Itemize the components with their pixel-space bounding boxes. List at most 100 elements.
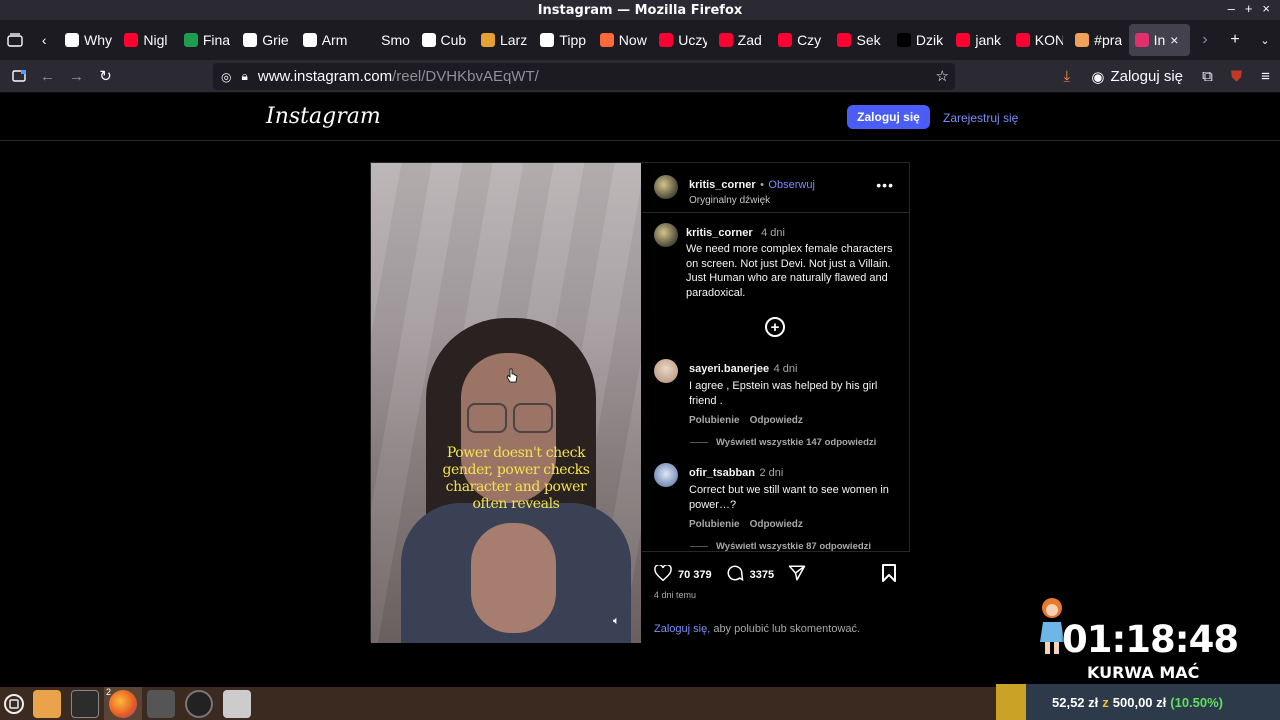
tab-label: Why (84, 32, 112, 48)
close-icon[interactable]: × (1262, 1, 1270, 16)
browser-tab[interactable]: Czy (772, 24, 831, 56)
save-bookmark-icon[interactable] (882, 564, 896, 587)
register-link[interactable]: Zarejestruj się (943, 111, 1018, 125)
login-link[interactable]: Zaloguj się, (654, 623, 710, 635)
comment-username[interactable]: sayeri.banerjee (689, 363, 769, 375)
like-comment-button[interactable]: Polubienie (689, 519, 740, 530)
browser-tab[interactable]: Now (594, 24, 653, 56)
url-bar[interactable]: ◎ 🔒︎ www.instagram.com/reel/DVHKbvAEqWT/… (213, 63, 955, 90)
tab-favicon-icon (659, 33, 674, 47)
avatar[interactable] (654, 463, 678, 487)
comment-username[interactable]: ofir_tsabban (689, 467, 755, 479)
obs-icon[interactable] (180, 687, 218, 720)
caption-time: 4 dni (761, 227, 785, 239)
browser-tab[interactable]: Uczy (653, 24, 712, 56)
comment-time: 4 dni (773, 363, 798, 375)
terminal-icon[interactable] (66, 687, 104, 720)
sidebar-toggle-icon[interactable] (4, 60, 33, 93)
tab-label: Arm (321, 32, 348, 48)
steam-icon[interactable] (142, 687, 180, 720)
load-more-comments-icon[interactable]: + (765, 317, 785, 337)
browser-tab[interactable]: Arm (297, 24, 356, 56)
audio-label[interactable]: Oryginalny dźwięk (689, 195, 815, 206)
tab-list-icon[interactable] (0, 20, 30, 60)
downloads-icon[interactable]: ⤓ (1052, 60, 1081, 93)
close-tab-icon[interactable]: × (1170, 32, 1178, 48)
browser-tab[interactable]: Larz (475, 24, 534, 56)
instagram-logo[interactable]: Instagram (266, 104, 381, 129)
site-info-icon[interactable]: ◎ (221, 70, 231, 84)
view-replies-button[interactable]: Wyświetl wszystkie 147 odpowiedzi (690, 437, 876, 448)
comment-time: 2 dni (759, 467, 784, 479)
comment-icon[interactable] (726, 564, 744, 585)
tab-label: Now (618, 32, 647, 48)
window-titlebar: Instagram — Mozilla Firefox – + × (0, 0, 1280, 20)
tab-label: Larz (499, 32, 528, 48)
browser-tab[interactable]: Cub (416, 24, 475, 56)
tab-label: Sek (856, 32, 881, 48)
browser-tab[interactable]: Zad (713, 24, 772, 56)
window-controls: – + × (1228, 1, 1270, 16)
app-menu-icon[interactable] (0, 687, 28, 720)
calculator-icon[interactable] (218, 687, 256, 720)
browser-tab[interactable]: Grie (237, 24, 296, 56)
browser-tab[interactable]: Sek (831, 24, 890, 56)
more-options-icon[interactable]: ••• (876, 177, 894, 193)
ublock-icon[interactable]: ⛊ (1222, 60, 1251, 93)
avatar[interactable] (654, 223, 678, 247)
share-icon[interactable] (788, 564, 806, 585)
comment-text: Correct but we still want to see women i… (689, 484, 889, 511)
browser-tab[interactable]: Nigl (118, 24, 177, 56)
new-tab-icon[interactable]: + (1220, 20, 1250, 60)
browser-tab[interactable]: jank (950, 24, 1009, 56)
follow-button[interactable]: Obserwuj (768, 179, 814, 191)
volume-icon[interactable]: 🔈︎ (613, 615, 620, 628)
account-button[interactable]: ◉ Zaloguj się (1081, 68, 1193, 86)
caption-username[interactable]: kritis_corner (686, 227, 753, 239)
browser-tab[interactable]: Fina (178, 24, 237, 56)
browser-tab[interactable]: Smoke (356, 24, 415, 56)
donation-goal-bar: 52,52 zł z 500,00 zł (10.50%) (996, 684, 1280, 720)
scroll-tabs-left-icon[interactable]: ‹ (30, 20, 60, 60)
tab-favicon-icon (896, 33, 911, 47)
browser-tab[interactable]: In × (1128, 24, 1190, 56)
tab-label: KON (1034, 32, 1064, 48)
post-header: kritis_corner • Obserwuj Oryginalny dźwi… (642, 163, 910, 213)
tab-label: #pra (1094, 32, 1123, 48)
tab-label: Zad (737, 32, 762, 48)
reload-icon[interactable]: ↻ (91, 60, 120, 93)
login-button[interactable]: Zaloguj się (847, 105, 930, 129)
comment-text: I agree , Epstein was helped by his girl… (689, 380, 878, 407)
browser-tab[interactable]: Tipp (534, 24, 593, 56)
reply-button[interactable]: Odpowiedz (750, 519, 803, 530)
browser-tab[interactable]: Dzik (891, 24, 950, 56)
minimize-icon[interactable]: – (1228, 1, 1235, 16)
tab-label: jank (975, 32, 1002, 48)
like-comment-button[interactable]: Polubienie (689, 415, 740, 426)
reply-button[interactable]: Odpowiedz (750, 415, 803, 426)
url-text[interactable]: www.instagram.com/reel/DVHKbvAEqWT/ (258, 68, 539, 85)
avatar[interactable] (654, 175, 678, 199)
window-title: Instagram — Mozilla Firefox (537, 2, 743, 18)
browser-tab[interactable]: KON (1010, 24, 1069, 56)
back-icon[interactable]: ← (33, 60, 62, 93)
forward-icon[interactable]: → (62, 60, 91, 93)
browser-tab[interactable]: Why (59, 24, 118, 56)
tab-favicon-icon (302, 33, 317, 47)
post-username[interactable]: kritis_corner (689, 179, 756, 191)
comments-count: 3375 (749, 568, 775, 581)
like-icon[interactable] (654, 564, 672, 584)
lock-icon: 🔒︎ (241, 69, 248, 83)
avatar[interactable] (654, 359, 678, 383)
menu-icon[interactable]: ≡ (1251, 60, 1280, 93)
firefox-icon[interactable]: 2 (104, 687, 142, 720)
browser-tab[interactable]: #pra (1069, 24, 1128, 56)
files-icon[interactable] (28, 687, 66, 720)
extensions-icon[interactable]: ⧉ (1193, 60, 1222, 93)
bookmark-star-icon[interactable]: ☆ (936, 67, 949, 85)
maximize-icon[interactable]: + (1245, 1, 1253, 16)
scroll-tabs-right-icon[interactable]: › (1190, 20, 1220, 60)
reel-video[interactable]: Power doesn't check gender, power checks… (371, 163, 641, 643)
list-all-tabs-icon[interactable]: ⌄ (1250, 20, 1280, 60)
instagram-header: Instagram Zaloguj się Zarejestruj się (0, 94, 1280, 141)
